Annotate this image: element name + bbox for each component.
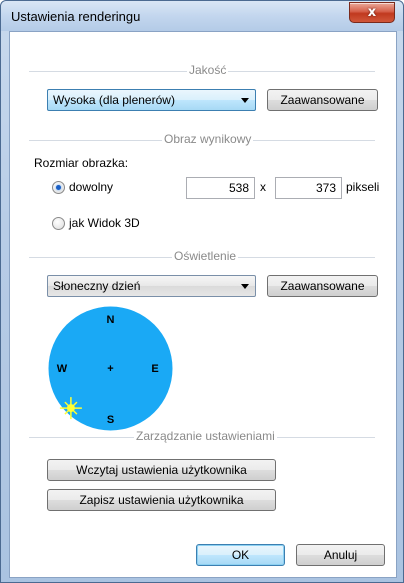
sun-position-compass[interactable]: N S E W +	[47, 305, 174, 432]
dialog-window: Ustawienia renderingu x Jakość Wysoka (d…	[0, 0, 404, 583]
window-title: Ustawienia renderingu	[11, 9, 141, 24]
load-user-settings-button[interactable]: Wczytaj ustawienia użytkownika	[47, 459, 276, 481]
quality-preset-dropdown[interactable]: Wysoka (dla plenerów)	[47, 89, 256, 111]
compass-south-label: S	[107, 414, 114, 426]
chevron-down-icon	[241, 284, 249, 289]
width-input[interactable]: 538	[186, 177, 255, 199]
output-group-title: Obraz wynikowy	[162, 132, 254, 146]
title-bar[interactable]: Ustawienia renderingu x	[1, 1, 403, 31]
view3d-size-radio[interactable]	[52, 217, 65, 230]
compass-center-marker: +	[107, 363, 113, 375]
quality-advanced-button[interactable]: Zaawansowane	[267, 89, 378, 111]
save-user-settings-button[interactable]: Zapisz ustawienia użytkownika	[47, 489, 276, 511]
lighting-advanced-button[interactable]: Zaawansowane	[267, 275, 378, 297]
pixels-unit-label: pikseli	[346, 180, 380, 194]
compass-north-label: N	[107, 314, 115, 326]
custom-size-radio-label[interactable]: dowolny	[69, 180, 113, 194]
chevron-down-icon	[241, 98, 249, 103]
ok-button[interactable]: OK	[196, 544, 285, 566]
cancel-button[interactable]: Anuluj	[296, 544, 385, 566]
close-icon: x	[367, 5, 377, 20]
lighting-preset-dropdown[interactable]: Słoneczny dzień	[47, 275, 256, 297]
height-input[interactable]: 373	[275, 177, 342, 199]
close-button[interactable]: x	[349, 2, 395, 23]
compass-west-label: W	[57, 363, 68, 375]
compass-east-label: E	[151, 363, 158, 375]
quality-group-title: Jakość	[187, 63, 229, 77]
view3d-size-radio-label[interactable]: jak Widok 3D	[69, 216, 140, 230]
lighting-group-title: Oświetlenie	[172, 249, 239, 263]
image-size-label: Rozmiar obrazka:	[34, 156, 129, 170]
sun-core	[66, 404, 75, 413]
quality-preset-value: Wysoka (dla plenerów)	[53, 93, 175, 107]
times-sign: x	[260, 180, 266, 194]
custom-size-radio[interactable]	[52, 181, 65, 194]
lighting-preset-value: Słoneczny dzień	[53, 279, 141, 293]
